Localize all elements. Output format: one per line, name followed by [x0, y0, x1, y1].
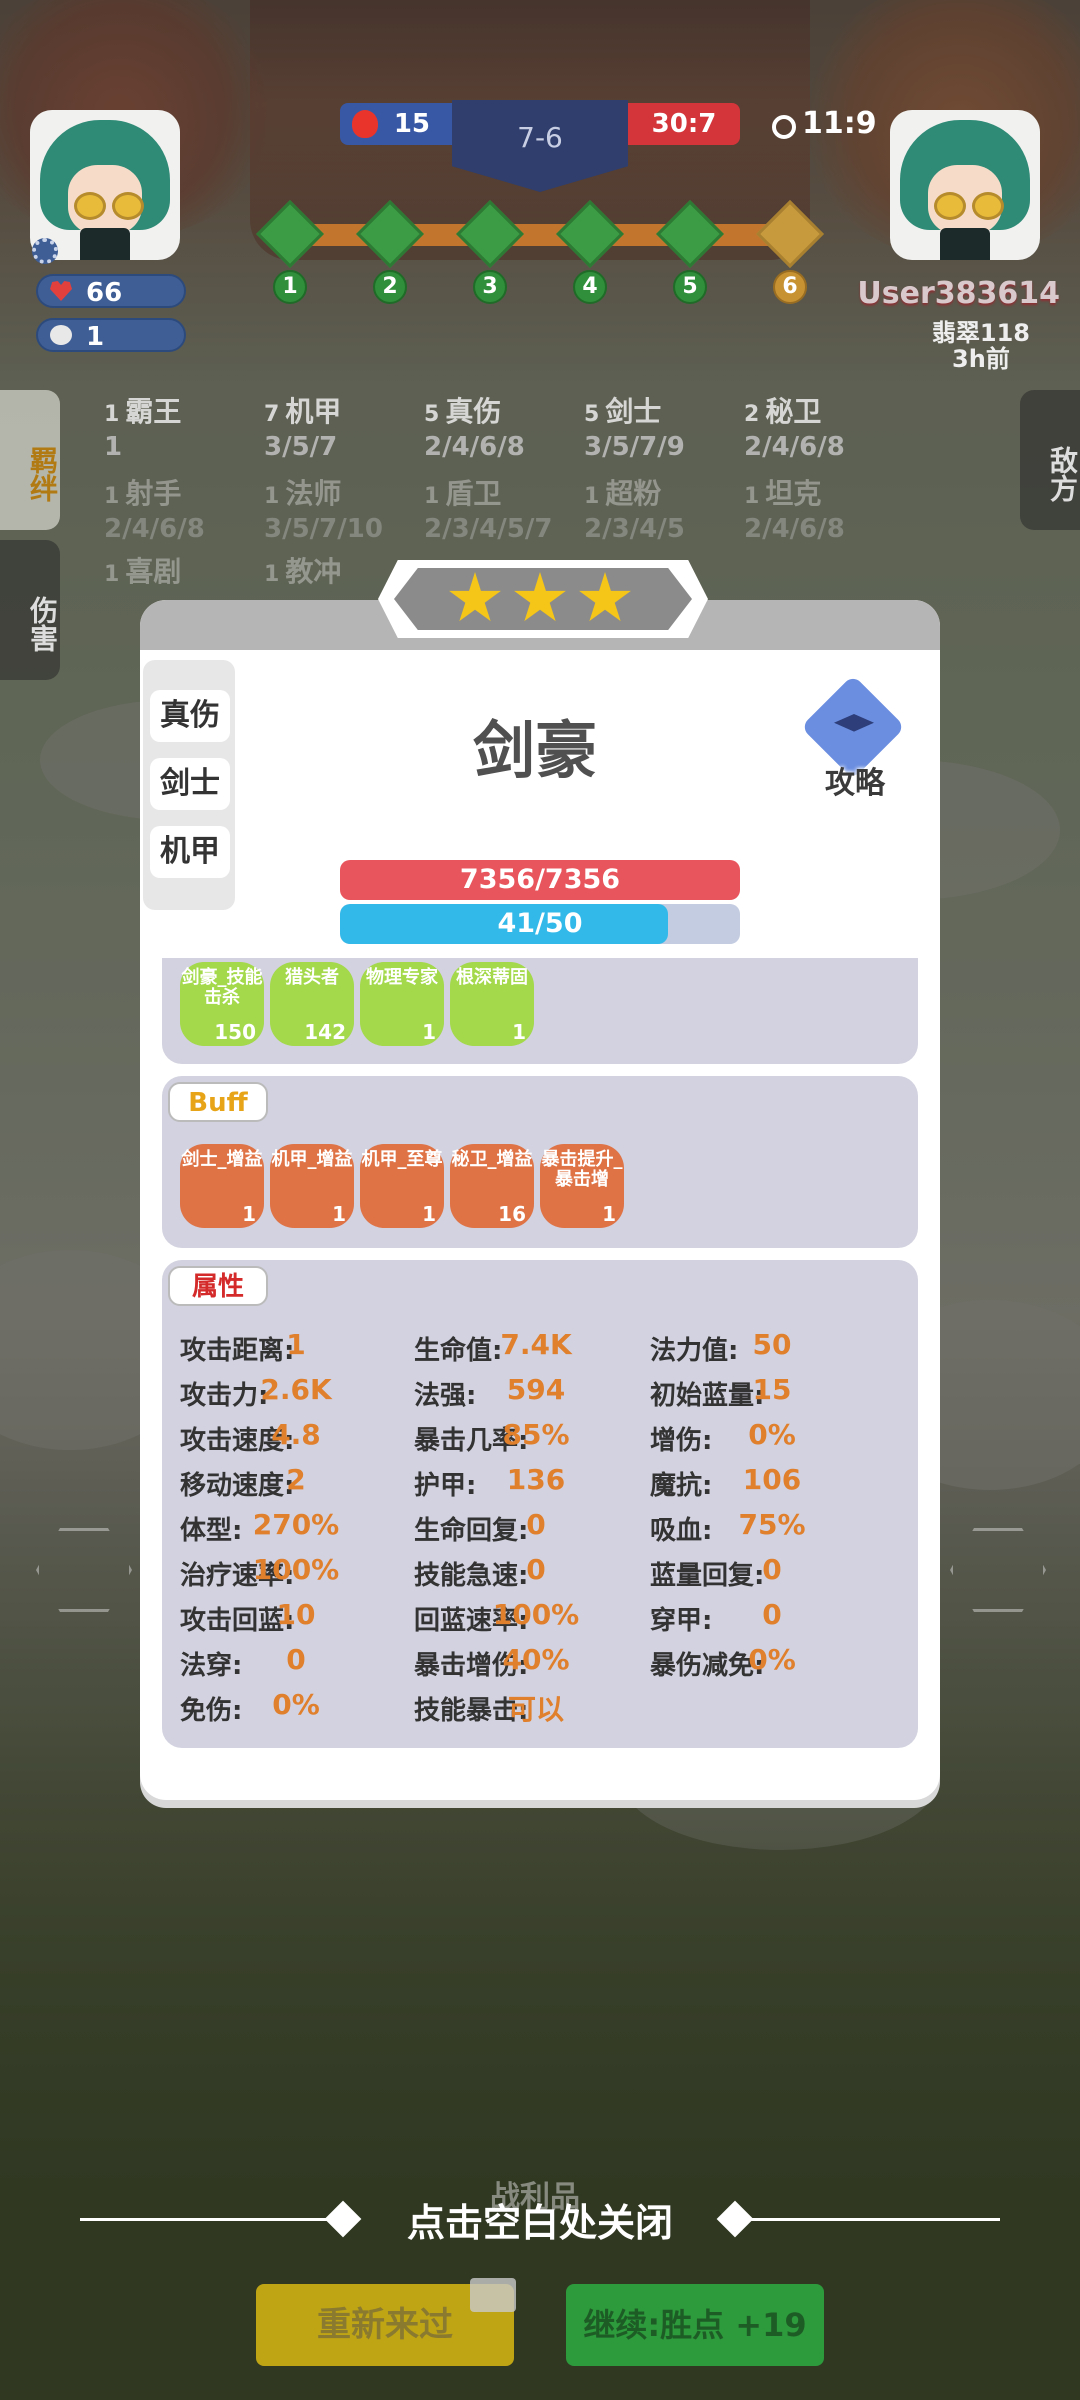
- attribute-label: 穿甲:: [650, 1606, 713, 1636]
- attribute-label: 法穿:: [180, 1651, 243, 1681]
- player-hp-value: 66: [86, 278, 123, 308]
- attribute-value: 0: [762, 1553, 782, 1586]
- tab-synergy[interactable]: 羁绊: [0, 390, 60, 530]
- stage-number: 1: [273, 270, 307, 304]
- attribute-value: 40%: [502, 1643, 570, 1676]
- attribute-value: 0%: [748, 1418, 796, 1451]
- stage-number: 5: [673, 270, 707, 304]
- trait-tag[interactable]: 机甲: [150, 826, 230, 878]
- trait-tag[interactable]: 真伤: [150, 690, 230, 742]
- video-ad-icon: [470, 2278, 516, 2312]
- player-avatar[interactable]: [30, 110, 180, 260]
- attribute-value: 4.8: [271, 1418, 321, 1451]
- attribute-value: 0: [762, 1598, 782, 1631]
- round-timer: 11:9: [772, 104, 877, 144]
- attribute-value: 可以: [507, 1693, 564, 1726]
- synergy-item[interactable]: 1 超粉 2/3/4/5: [584, 478, 685, 545]
- synergy-item[interactable]: 1 盾卫 2/3/4/5/7: [424, 478, 552, 545]
- player-coins-pill: 1: [36, 318, 186, 352]
- player-coins-value: 1: [86, 322, 105, 352]
- skill-badge[interactable]: 剑豪_技能击杀 150: [180, 962, 264, 1046]
- skill-badge[interactable]: 根深蒂固 1: [450, 962, 534, 1046]
- attribute-value: 10: [276, 1598, 316, 1631]
- synergy-item[interactable]: 1 坦克 2/4/6/8: [744, 478, 845, 545]
- attribute-value: 85%: [502, 1418, 570, 1451]
- stage-number: 2: [373, 270, 407, 304]
- attribute-value: 136: [506, 1463, 566, 1496]
- attribute-value: 100%: [492, 1598, 580, 1631]
- attribute-value: 50: [752, 1328, 792, 1361]
- retry-button[interactable]: 重新来过: [256, 2278, 516, 2366]
- divider-line: [80, 2218, 340, 2221]
- attribute-value: 2.6K: [260, 1373, 332, 1406]
- buff-badge[interactable]: 暴击提升_暴击增 1: [540, 1144, 624, 1228]
- buff-badge[interactable]: 剑士_增益 1: [180, 1144, 264, 1228]
- attribute-value: 594: [506, 1373, 566, 1406]
- attribute-value: 2: [286, 1463, 306, 1496]
- attribute-label: 魔抗:: [650, 1471, 713, 1501]
- attribute-value: 270%: [252, 1508, 340, 1541]
- enemy-name: User383614: [857, 276, 1060, 311]
- attributes-section-title: 属性: [168, 1266, 268, 1306]
- synergy-item[interactable]: 2 秘卫 2/4/6/8: [744, 396, 845, 463]
- attribute-value: 1: [286, 1328, 306, 1361]
- attribute-label: 体型:: [180, 1516, 243, 1546]
- attribute-value: 0: [526, 1508, 546, 1541]
- close-hint[interactable]: 点击空白处关闭: [380, 2192, 700, 2247]
- attribute-label: 增伤:: [650, 1426, 713, 1456]
- continue-button[interactable]: 继续:胜点 +19: [566, 2284, 824, 2366]
- stage-number: 3: [473, 270, 507, 304]
- synergy-item[interactable]: 7 机甲 3/5/7: [264, 396, 341, 463]
- mana-bar: 41/50: [340, 904, 740, 944]
- attribute-value: 100%: [252, 1553, 340, 1586]
- attribute-label: 护甲:: [414, 1471, 477, 1501]
- attribute-label: 法强:: [414, 1381, 477, 1411]
- guide-button[interactable]: 攻略: [800, 674, 910, 801]
- buff-section-title: Buff: [168, 1082, 268, 1122]
- buff-badge[interactable]: 秘卫_增益 16: [450, 1144, 534, 1228]
- buff-badge[interactable]: 机甲_至尊 1: [360, 1144, 444, 1228]
- attribute-value: 0%: [748, 1643, 796, 1676]
- attribute-label: 免伤:: [180, 1696, 243, 1726]
- skill-badge[interactable]: 猎头者 142: [270, 962, 354, 1046]
- settings-gear-icon[interactable]: [32, 238, 58, 264]
- trait-tag[interactable]: 剑士: [150, 758, 230, 810]
- attribute-value: 0: [286, 1643, 306, 1676]
- attribute-value: 106: [742, 1463, 802, 1496]
- synergy-item[interactable]: 1 法师 3/5/7/10: [264, 478, 383, 545]
- hp-bar: 7356/7356: [340, 860, 740, 900]
- hero-name: 剑豪: [472, 714, 597, 787]
- buff-badge[interactable]: 机甲_增益 1: [270, 1144, 354, 1228]
- coin-icon: [50, 325, 72, 345]
- attribute-value: 75%: [738, 1508, 806, 1541]
- clock-icon: [772, 115, 796, 139]
- attribute-value: 7.4K: [500, 1328, 572, 1361]
- synergy-item[interactable]: 5 真伤 2/4/6/8: [424, 396, 525, 463]
- right-score: 30:7: [628, 103, 740, 145]
- synergy-item[interactable]: 1 射手 2/4/6/8: [104, 478, 205, 545]
- divider-line: [740, 2218, 1000, 2221]
- attribute-value: 0%: [272, 1688, 320, 1721]
- heart-icon: [50, 281, 72, 301]
- synergy-item[interactable]: 1 霸王 1: [104, 396, 181, 463]
- enemy-rank-info: 翡翠118 3h前: [931, 319, 1030, 373]
- stage-number: 4: [573, 270, 607, 304]
- skill-badge[interactable]: 物理专家 1: [360, 962, 444, 1046]
- stage-number: 6: [773, 270, 807, 304]
- synergy-item[interactable]: 1 喜剧: [104, 556, 181, 591]
- flame-icon: [352, 110, 378, 138]
- synergy-item[interactable]: 1 教冲: [264, 556, 341, 591]
- tab-enemy[interactable]: 敌方: [1020, 390, 1080, 530]
- tab-damage[interactable]: 伤害: [0, 540, 60, 680]
- attribute-value: 15: [752, 1373, 792, 1406]
- attribute-value: 0: [526, 1553, 546, 1586]
- enemy-avatar[interactable]: [890, 110, 1040, 260]
- player-hp-pill: 66: [36, 274, 186, 308]
- synergy-item[interactable]: 5 剑士 3/5/7/9: [584, 396, 685, 463]
- left-score: 15: [340, 103, 452, 145]
- attribute-label: 吸血:: [650, 1516, 713, 1546]
